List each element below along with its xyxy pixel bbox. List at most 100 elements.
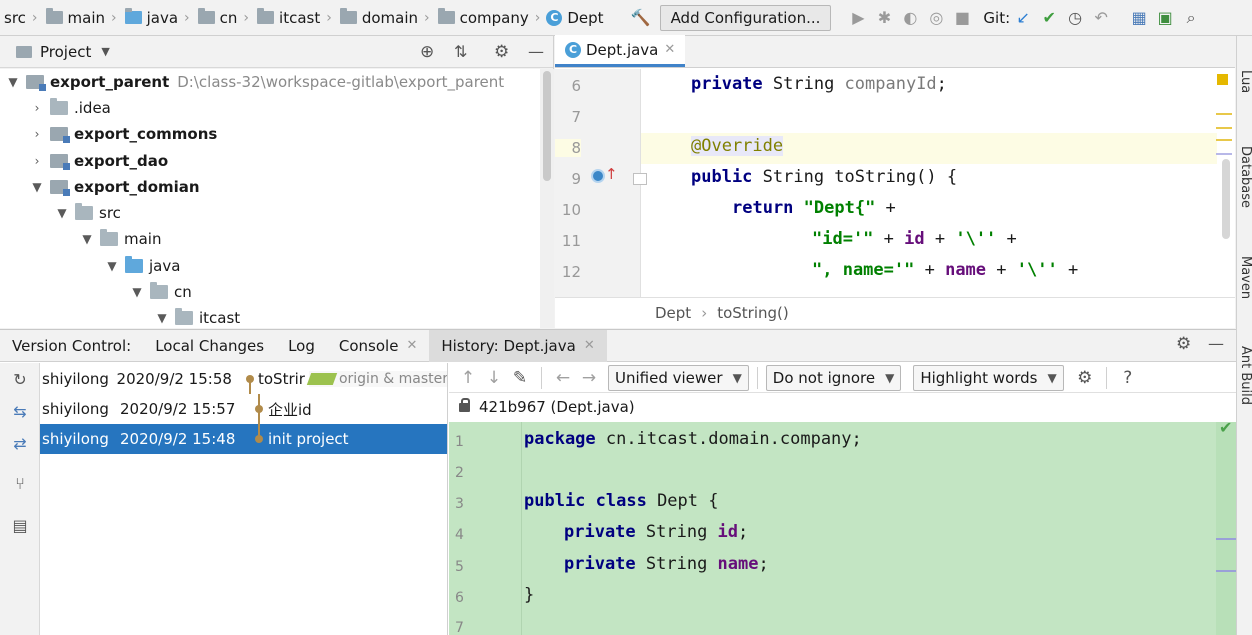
database-tool-tab[interactable]: Database bbox=[1238, 146, 1252, 208]
tree-item[interactable]: ▼ src bbox=[55, 200, 121, 226]
minimize-icon[interactable]: — bbox=[528, 42, 544, 61]
maven-tool-tab[interactable]: Maven bbox=[1238, 256, 1252, 299]
arrow-left-icon[interactable]: ← bbox=[550, 365, 576, 391]
breadcrumb-class[interactable]: C Dept bbox=[546, 0, 604, 36]
gear-icon[interactable]: ⚙ bbox=[1072, 365, 1098, 391]
chevron-right-icon[interactable]: › bbox=[30, 101, 44, 115]
chevron-down-icon[interactable]: ▼ bbox=[6, 75, 20, 89]
gear-icon[interactable]: ⚙ bbox=[1176, 334, 1191, 354]
gear-icon[interactable]: ⚙ bbox=[494, 42, 509, 62]
git-commit-icon[interactable]: ✔ bbox=[1036, 5, 1062, 31]
arrow-up-icon[interactable]: ↑ bbox=[455, 365, 481, 391]
profile-icon[interactable]: ◎ bbox=[923, 5, 949, 31]
warning-marker-icon[interactable] bbox=[1217, 74, 1228, 85]
scrollbar-thumb[interactable] bbox=[1222, 159, 1230, 239]
collapse-all-icon[interactable]: ⇅ bbox=[454, 42, 467, 61]
refresh-icon[interactable]: ↻ bbox=[11, 371, 29, 389]
ant-build-tool-tab[interactable]: Ant Build bbox=[1238, 346, 1252, 405]
commit-row[interactable]: shiyilong 2020/9/2 15:58 toStrir origin … bbox=[40, 364, 447, 394]
viewer-mode-select[interactable]: Unified viewer ▼ bbox=[608, 364, 749, 391]
highlight-mode-select[interactable]: Highlight words ▼ bbox=[913, 364, 1064, 391]
close-icon[interactable]: ✕ bbox=[406, 338, 417, 353]
compare-icon[interactable]: ⇆ bbox=[11, 403, 29, 421]
tree-item[interactable]: › export_dao bbox=[30, 148, 168, 174]
stop-icon[interactable]: ■ bbox=[949, 5, 975, 31]
error-stripe-mark[interactable] bbox=[1216, 153, 1232, 155]
chevron-down-icon[interactable]: ▼ bbox=[105, 259, 119, 273]
add-configuration-button[interactable]: Add Configuration... bbox=[659, 4, 832, 31]
tree-item[interactable]: ▼ itcast bbox=[155, 305, 240, 328]
ignore-whitespace-select[interactable]: Do not ignore ▼ bbox=[765, 364, 902, 391]
breadcrumb-class[interactable]: Dept bbox=[655, 304, 691, 322]
scroll-mark bbox=[1216, 570, 1236, 572]
chevron-right-icon[interactable]: › bbox=[30, 154, 44, 168]
chevron-down-icon[interactable]: ▼ bbox=[155, 311, 169, 325]
override-marker-icon[interactable] bbox=[591, 169, 605, 183]
toolbar-separator bbox=[541, 366, 542, 389]
branch-icon[interactable]: ⑂ bbox=[11, 475, 29, 493]
locate-icon[interactable]: ⊕ bbox=[420, 42, 434, 62]
chevron-down-icon[interactable]: ▼ bbox=[30, 180, 44, 194]
search-icon[interactable]: ⌕ bbox=[1178, 5, 1204, 31]
chevron-down-icon[interactable]: ▼ bbox=[101, 45, 109, 58]
debug-icon[interactable]: ✱ bbox=[871, 5, 897, 31]
breadcrumb-main[interactable]: main › bbox=[44, 0, 123, 36]
tab-history[interactable]: History: Dept.java ✕ bbox=[429, 329, 607, 362]
tab-console[interactable]: Console ✕ bbox=[327, 330, 429, 362]
tree-item[interactable]: › export_commons bbox=[30, 121, 217, 147]
breadcrumb-company[interactable]: company › bbox=[436, 0, 547, 36]
check-icon: ✔ bbox=[1219, 418, 1233, 437]
diff-scrollbar[interactable] bbox=[1216, 422, 1236, 635]
coverage-icon[interactable]: ◐ bbox=[897, 5, 923, 31]
terminal-icon[interactable]: ▣ bbox=[1152, 5, 1178, 31]
arrow-up-icon[interactable]: ↑ bbox=[605, 165, 618, 183]
lua-tool-tab[interactable]: Lua bbox=[1238, 70, 1252, 93]
tree-item[interactable]: › .idea bbox=[30, 95, 111, 121]
error-stripe-mark[interactable] bbox=[1216, 139, 1232, 141]
minimize-icon[interactable]: — bbox=[1208, 334, 1224, 353]
arrow-right-icon[interactable]: → bbox=[576, 365, 602, 391]
commit-row[interactable]: shiyilong 2020/9/2 15:57 企业id bbox=[40, 394, 447, 424]
error-stripe-mark[interactable] bbox=[1216, 113, 1232, 115]
project-structure-icon[interactable]: ▦ bbox=[1126, 5, 1152, 31]
commit-row-selected[interactable]: shiyilong 2020/9/2 15:48 init project bbox=[40, 424, 447, 454]
tree-item[interactable]: ▼ main bbox=[80, 226, 161, 252]
git-update-icon[interactable]: ↙ bbox=[1010, 5, 1036, 31]
breadcrumb-cn[interactable]: cn › bbox=[196, 0, 255, 36]
edit-icon[interactable]: ✎ bbox=[507, 365, 533, 391]
close-icon[interactable]: ✕ bbox=[664, 42, 675, 57]
editor-scrollbar[interactable] bbox=[1216, 69, 1235, 297]
chevron-down-icon[interactable]: ▼ bbox=[130, 285, 144, 299]
breadcrumb-java[interactable]: java › bbox=[123, 0, 196, 36]
project-panel-title[interactable]: Project bbox=[40, 43, 91, 61]
tree-item[interactable]: ▼ export_domian bbox=[30, 174, 200, 200]
layout-icon[interactable]: ▤ bbox=[11, 517, 29, 535]
scrollbar-thumb[interactable] bbox=[543, 71, 551, 181]
breadcrumb-itcast[interactable]: itcast › bbox=[255, 0, 338, 36]
chevron-down-icon[interactable]: ▼ bbox=[55, 206, 69, 220]
tree-item[interactable]: ▼ export_parent D:\class-32\workspace-git… bbox=[6, 69, 504, 95]
breadcrumb-src[interactable]: src › bbox=[4, 0, 44, 36]
compare-with-local-icon[interactable]: ⇄ bbox=[11, 435, 29, 453]
diff-content[interactable]: 1 2 3 4 5 6 7 package cn.itcast.domain.c… bbox=[449, 418, 1236, 635]
diff-code[interactable]: package cn.itcast.domain.company; public… bbox=[524, 422, 1216, 635]
tree-item[interactable]: ▼ java bbox=[105, 253, 180, 279]
git-history-icon[interactable]: ◷ bbox=[1062, 5, 1088, 31]
build-hammer-icon[interactable]: 🔨 bbox=[628, 5, 654, 31]
help-icon[interactable]: ? bbox=[1115, 365, 1141, 391]
breadcrumb-method[interactable]: toString() bbox=[717, 304, 789, 322]
code-area[interactable]: private String companyId; @Override publ… bbox=[642, 69, 1217, 297]
chevron-right-icon[interactable]: › bbox=[30, 127, 44, 141]
git-rollback-icon[interactable]: ↶ bbox=[1088, 5, 1114, 31]
tab-log[interactable]: Log bbox=[276, 330, 327, 362]
run-icon[interactable]: ▶ bbox=[845, 5, 871, 31]
tab-dept-java[interactable]: C Dept.java ✕ bbox=[555, 35, 686, 67]
close-icon[interactable]: ✕ bbox=[584, 338, 595, 353]
tab-local-changes[interactable]: Local Changes bbox=[143, 330, 276, 362]
arrow-down-icon[interactable]: ↓ bbox=[481, 365, 507, 391]
tree-item[interactable]: ▼ cn bbox=[130, 279, 192, 305]
chevron-down-icon[interactable]: ▼ bbox=[80, 232, 94, 246]
breadcrumb-domain[interactable]: domain › bbox=[338, 0, 436, 36]
error-stripe-mark[interactable] bbox=[1216, 127, 1232, 129]
tree-scrollbar[interactable] bbox=[540, 69, 554, 328]
